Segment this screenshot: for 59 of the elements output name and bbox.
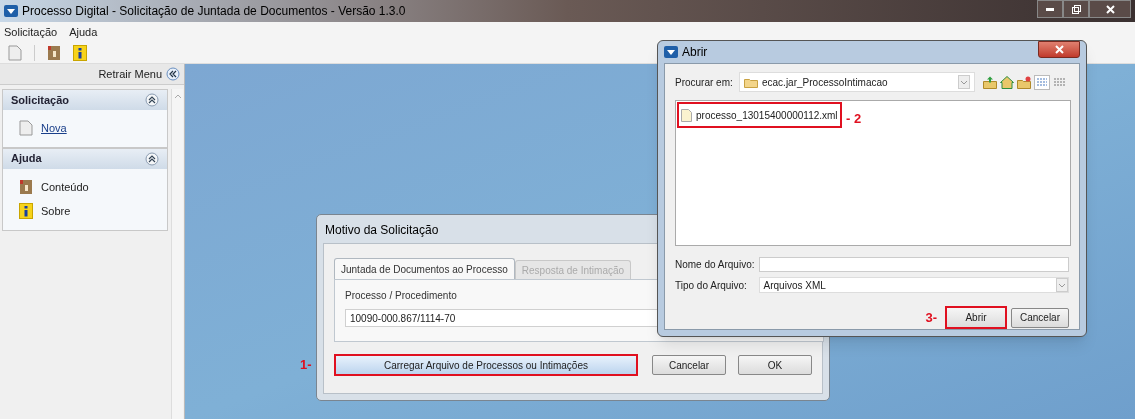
restore-icon xyxy=(1071,4,1081,14)
close-icon xyxy=(1105,4,1115,14)
sidebar-item[interactable]: Sobre xyxy=(41,203,71,220)
up-folder-icon[interactable] xyxy=(983,75,997,89)
file-type-dropdown[interactable]: Arquivos XML xyxy=(758,277,1069,293)
file-icon xyxy=(681,108,692,122)
home-icon[interactable] xyxy=(1000,75,1014,89)
collapse-menu-label: Retrair Menu xyxy=(98,66,162,82)
collapse-icon[interactable] xyxy=(166,67,180,81)
section-title: Ajuda xyxy=(11,151,42,167)
window-title: Processo Digital - Solicitação de Juntada de Documentos - Versão 1.3.0 xyxy=(22,3,406,20)
folder-icon xyxy=(744,76,758,88)
app-icon xyxy=(664,46,678,58)
minimize-icon xyxy=(1046,7,1054,11)
close-button[interactable] xyxy=(1038,41,1080,58)
file-item[interactable]: processo_13015400000112.xml xyxy=(677,102,842,128)
section-header[interactable]: Solicitação xyxy=(3,90,167,110)
tab[interactable]: Juntada de Documentos ao Processo xyxy=(334,258,515,279)
step-annotation: - 2 xyxy=(846,110,862,128)
collapse-icon[interactable] xyxy=(145,93,159,107)
dialog-button[interactable]: OK xyxy=(738,355,812,375)
section-header[interactable]: Ajuda xyxy=(3,148,167,169)
info-icon xyxy=(19,203,33,220)
scrollbar[interactable] xyxy=(171,89,183,419)
load-file-button[interactable]: Carregar Arquivo de Processos ou Intimações xyxy=(334,354,638,376)
look-in-dropdown[interactable]: ecac.jar_ProcessoIntimacao xyxy=(739,72,975,92)
look-in-label: Procurar em: xyxy=(675,75,734,90)
step-annotation: 3- xyxy=(925,308,937,327)
cancel-button[interactable]: Cancelar xyxy=(1011,307,1069,328)
step-annotation: 1- xyxy=(300,356,312,375)
dialog-button[interactable]: Cancelar xyxy=(652,355,726,375)
menu-item[interactable]: Solicitação xyxy=(4,23,58,41)
help-button[interactable] xyxy=(47,44,61,61)
file-type-value: Arquivos XML xyxy=(763,278,827,293)
open-button[interactable]: Abrir xyxy=(945,306,1007,329)
maximize-button[interactable] xyxy=(1063,0,1089,18)
sidebar-item[interactable]: Nova xyxy=(41,120,67,137)
about-button[interactable] xyxy=(73,44,87,61)
dialog-title: Abrir xyxy=(682,44,708,61)
info-icon xyxy=(73,44,87,61)
help-book-icon xyxy=(19,178,33,195)
document-icon xyxy=(19,120,33,137)
new-folder-icon[interactable] xyxy=(1017,75,1031,89)
minimize-button[interactable] xyxy=(1037,0,1063,18)
dialog-title: Motivo da Solicitação xyxy=(325,222,440,237)
section-title: Solicitação xyxy=(11,92,70,108)
help-book-icon xyxy=(47,44,61,61)
menu-item[interactable]: Ajuda xyxy=(69,23,98,41)
app-icon xyxy=(4,5,18,17)
file-name-field[interactable] xyxy=(758,257,1069,272)
look-in-value: ecac.jar_ProcessoIntimacao xyxy=(762,75,889,90)
field-label: Nome do Arquivo: xyxy=(675,258,756,272)
sidebar-item[interactable]: Conteúdo xyxy=(41,178,89,195)
scroll-up-icon xyxy=(173,93,182,99)
close-button[interactable] xyxy=(1089,0,1131,18)
field-label: Tipo do Arquivo: xyxy=(675,278,748,293)
close-icon xyxy=(1054,45,1064,54)
collapse-icon[interactable] xyxy=(145,151,159,166)
field-label: Processo / Procedimento xyxy=(345,289,458,303)
